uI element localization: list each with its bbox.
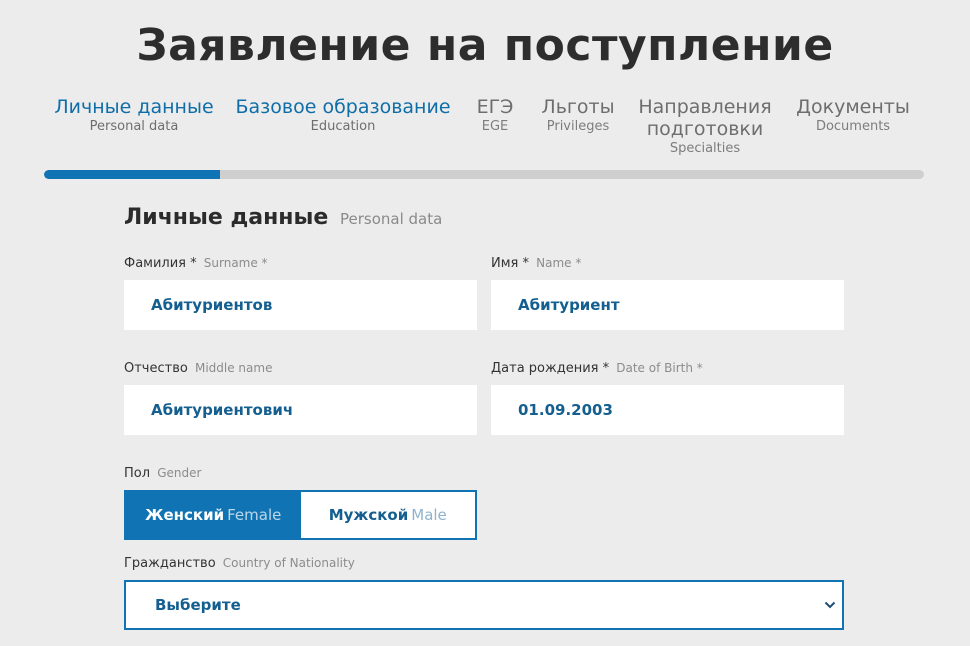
surname-label-ru: Фамилия *	[124, 256, 197, 271]
step-label: Льготы	[541, 96, 615, 118]
step-sublabel: Education	[310, 119, 376, 134]
surname-label-en: Surname *	[203, 256, 268, 270]
step-privileges[interactable]: Льготы Privileges	[535, 96, 621, 136]
citizenship-label-ru: Гражданство	[124, 556, 216, 571]
section-title-en: Personal data	[339, 210, 443, 228]
gender-label-en: Gender	[157, 466, 202, 480]
progress-bar	[44, 170, 924, 179]
step-label-line2: подготовки	[646, 118, 764, 140]
birth-date-label-ru: Дата рождения *	[491, 361, 610, 376]
gender-female-en: Female	[227, 506, 282, 524]
step-label: ЕГЭ	[476, 96, 514, 118]
step-specialties[interactable]: Направления подготовки Specialties	[633, 96, 777, 158]
surname-field[interactable]: Абитуриентов	[124, 280, 477, 330]
name-field[interactable]: Абитуриент	[491, 280, 844, 330]
step-documents[interactable]: Документы Documents	[790, 96, 916, 136]
page-title: Заявление на поступление	[136, 20, 834, 71]
birth-date-field[interactable]: 01.09.2003	[491, 385, 844, 435]
chevron-down-icon	[824, 601, 836, 609]
step-sublabel: Documents	[815, 119, 891, 134]
step-personal-data[interactable]: Личные данные Personal data	[50, 96, 218, 136]
middle-name-label-en: Middle name	[194, 361, 273, 375]
section-title: Личные данные Personal data	[124, 205, 442, 230]
citizenship-label: Гражданство Country of Nationality	[124, 556, 355, 571]
step-sublabel: Privileges	[546, 119, 610, 134]
name-label: Имя * Name *	[491, 256, 581, 271]
progress-fill	[44, 170, 220, 179]
middle-name-label-ru: Отчество	[124, 361, 188, 376]
name-label-ru: Имя *	[491, 256, 529, 271]
step-education[interactable]: Базовое образование Education	[230, 96, 456, 136]
gender-toggle: Женский Female Мужской Male	[124, 490, 477, 540]
birth-date-label: Дата рождения * Date of Birth *	[491, 361, 703, 376]
step-sublabel: Personal data	[89, 119, 179, 134]
step-sublabel: EGE	[481, 119, 509, 134]
step-ege[interactable]: ЕГЭ EGE	[470, 96, 520, 136]
citizenship-select[interactable]: Выберите	[124, 580, 844, 630]
step-sublabel: Specialties	[669, 141, 741, 156]
middle-name-label: Отчество Middle name	[124, 361, 272, 376]
middle-name-field[interactable]: Абитуриентович	[124, 385, 477, 435]
citizenship-label-en: Country of Nationality	[222, 556, 355, 570]
gender-male-button[interactable]: Мужской Male	[301, 492, 476, 538]
gender-female-button[interactable]: Женский Female	[126, 492, 301, 538]
section-title-ru: Личные данные	[124, 205, 329, 230]
step-label: Направления	[638, 96, 772, 118]
gender-label: Пол Gender	[124, 466, 201, 481]
step-label: Личные данные	[54, 96, 214, 118]
citizenship-select-value: Выберите	[155, 596, 241, 614]
surname-label: Фамилия * Surname *	[124, 256, 268, 271]
step-label: Базовое образование	[235, 96, 451, 118]
name-label-en: Name *	[536, 256, 582, 270]
step-label: Документы	[796, 96, 910, 118]
birth-date-label-en: Date of Birth *	[616, 361, 703, 375]
gender-male-en: Male	[411, 506, 447, 524]
gender-label-ru: Пол	[124, 466, 151, 481]
gender-male-ru: Мужской	[328, 506, 409, 524]
gender-female-ru: Женский	[145, 506, 225, 524]
